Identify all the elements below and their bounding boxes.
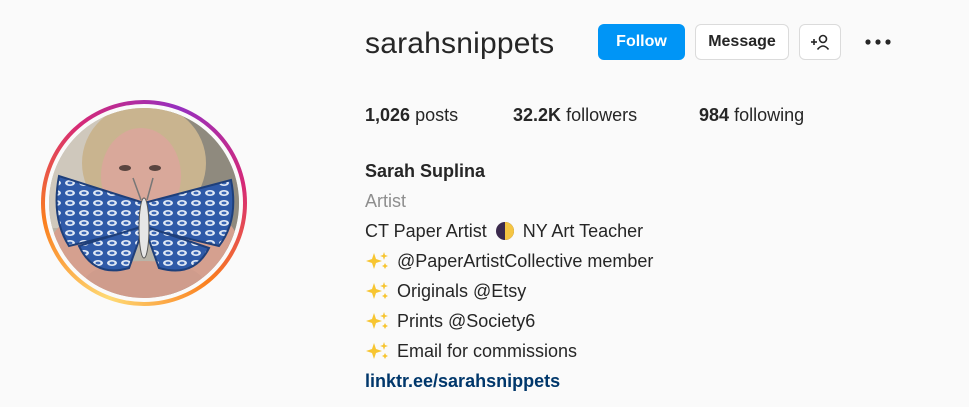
more-options-icon [865, 39, 891, 45]
follow-button[interactable]: Follow [598, 24, 685, 60]
profile-header: sarahsnippets Follow Message 1,026 posts… [0, 0, 969, 407]
message-button[interactable]: Message [695, 24, 789, 60]
add-person-icon [811, 34, 830, 51]
following-count: 984 [699, 105, 730, 125]
bio-line: Originals @Etsy [365, 276, 653, 306]
bio-line-text: NY Art Teacher [522, 221, 644, 241]
avatar-image [49, 108, 239, 298]
bio-line: @PaperArtistCollective member [365, 246, 653, 276]
stat-followers[interactable]: 32.2K followers [513, 103, 637, 127]
profile-bio: Sarah Suplina Artist CT Paper Artist NY … [365, 156, 653, 396]
bio-line-text: CT Paper Artist [365, 221, 487, 241]
followers-count: 32.2K [513, 105, 562, 125]
bio-link[interactable]: linktr.ee/sarahsnippets [365, 366, 653, 396]
sparkles-icon [366, 252, 388, 269]
bio-line-text: Originals @Etsy [397, 281, 527, 301]
followers-label: followers [566, 105, 638, 125]
bio-line: Email for commissions [365, 336, 653, 366]
sparkles-icon [366, 312, 388, 329]
bio-line-text: Email for commissions [397, 341, 578, 361]
profile-username: sarahsnippets [365, 27, 555, 60]
profile-full-name: Sarah Suplina [365, 161, 486, 181]
stat-following[interactable]: 984 following [699, 103, 804, 127]
sparkles-icon [366, 342, 388, 359]
bio-line: Prints @Society6 [365, 306, 653, 336]
first-quarter-moon-icon [495, 222, 514, 240]
suggested-accounts-button[interactable] [799, 24, 841, 60]
more-options-button[interactable] [862, 30, 894, 54]
posts-count: 1,026 [365, 105, 411, 125]
posts-label: posts [415, 105, 459, 125]
bio-line-text: @PaperArtistCollective member [397, 251, 654, 271]
story-ring[interactable] [41, 100, 247, 306]
avatar[interactable] [49, 108, 239, 298]
bio-line-text: Prints @Society6 [397, 311, 536, 331]
profile-category: Artist [365, 191, 407, 211]
following-label: following [734, 105, 805, 125]
stat-posts: 1,026 posts [365, 103, 458, 127]
bio-line: CT Paper Artist NY Art Teacher [365, 216, 653, 246]
sparkles-icon [366, 282, 388, 299]
